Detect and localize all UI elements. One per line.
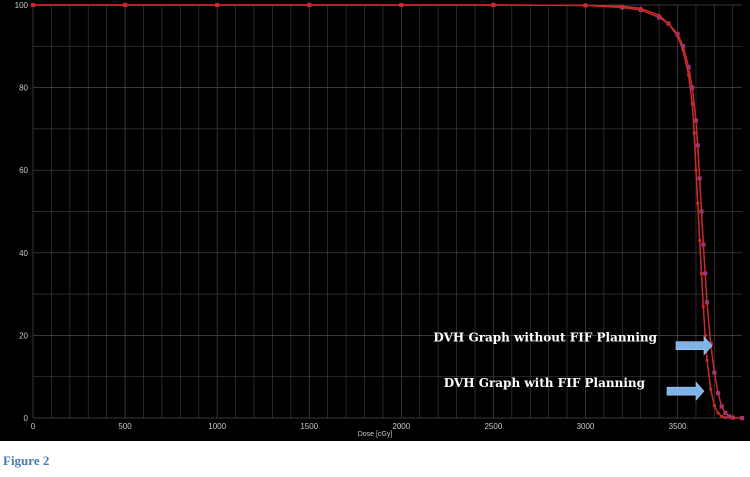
series-point xyxy=(215,3,219,7)
series-point xyxy=(307,3,311,7)
series-point xyxy=(696,201,700,205)
series-point xyxy=(704,300,710,305)
series-point xyxy=(715,391,721,396)
x-tick-label: 3500 xyxy=(669,422,687,431)
series-point xyxy=(686,64,691,70)
series-point xyxy=(681,48,685,53)
series-point xyxy=(123,3,127,7)
x-tick-label: 2500 xyxy=(484,422,502,431)
series-point xyxy=(695,143,700,148)
series-point xyxy=(639,6,643,10)
y-tick-label: 40 xyxy=(19,249,28,258)
series-point xyxy=(620,4,624,8)
figure-caption: Figure 2 xyxy=(3,453,50,468)
x-tick-label: 0 xyxy=(31,422,36,431)
series-point xyxy=(694,168,698,172)
series-point xyxy=(701,242,706,247)
series-point xyxy=(690,102,694,106)
y-tick-label: 0 xyxy=(24,414,29,423)
series-point xyxy=(680,44,686,49)
series-point xyxy=(719,404,724,409)
series-point xyxy=(705,358,709,362)
x-axis-title: Dose [cGy] xyxy=(358,431,393,438)
series-point xyxy=(657,13,661,17)
series-point xyxy=(720,414,724,418)
y-tick-label: 20 xyxy=(19,331,28,340)
series-point xyxy=(690,85,695,90)
series-point xyxy=(699,209,704,214)
series-point xyxy=(692,131,696,135)
series-point xyxy=(712,404,716,408)
dvh-chart: 0 500 1000 1500 2000 2500 3000 3500 0 20 40 60 80 10… xyxy=(0,0,750,441)
series-point xyxy=(675,34,680,38)
series-point xyxy=(491,3,495,7)
chart-background xyxy=(0,0,750,441)
series-point xyxy=(723,410,728,416)
series-point xyxy=(723,415,728,420)
series-point xyxy=(31,3,35,7)
series-point xyxy=(699,271,704,276)
series-point xyxy=(697,176,702,181)
series-point xyxy=(666,21,670,26)
y-tick-label: 60 xyxy=(19,166,28,175)
x-tick-label: 1500 xyxy=(300,422,318,431)
x-tick-label: 2000 xyxy=(392,422,410,431)
x-tick-label: 3000 xyxy=(577,422,595,431)
series-point xyxy=(686,73,691,77)
series-point xyxy=(583,3,588,8)
series-point xyxy=(712,370,717,375)
annotation-label: DVH Graph with FIF Planning xyxy=(444,376,646,390)
x-tick-label: 500 xyxy=(118,422,132,431)
annotation-label: DVH Graph without FIF Planning xyxy=(433,331,657,345)
series-point xyxy=(693,118,699,123)
series-point xyxy=(703,271,708,276)
y-tick-label: 80 xyxy=(19,84,28,93)
series-point xyxy=(727,414,732,419)
series-point xyxy=(709,387,713,391)
series-point xyxy=(701,304,705,309)
series-point xyxy=(716,411,720,415)
x-tick-label: 1000 xyxy=(208,422,226,431)
series-point xyxy=(731,416,735,420)
series-point xyxy=(399,3,403,7)
series-point xyxy=(739,415,745,421)
series-point xyxy=(698,238,702,243)
y-tick-label: 100 xyxy=(15,1,29,10)
